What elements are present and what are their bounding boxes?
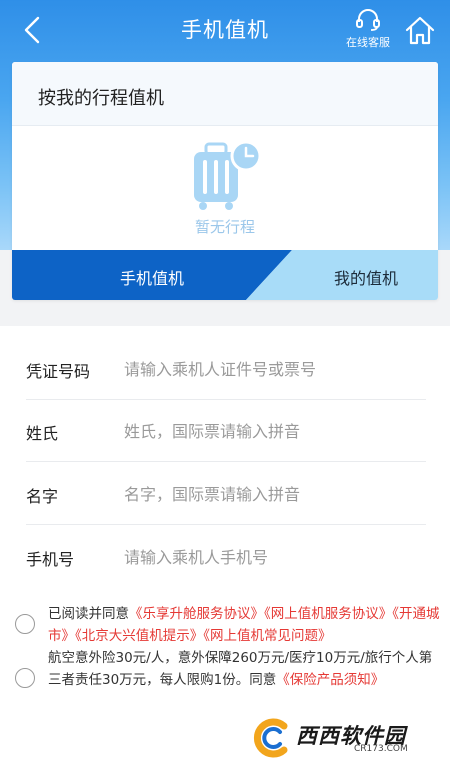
- form-row-given-name: 名字: [26, 463, 426, 525]
- online-service-button[interactable]: 在线客服: [338, 8, 398, 52]
- checkin-form: 凭证号码 姓氏 名字 手机号: [0, 326, 450, 588]
- online-service-label: 在线客服: [346, 36, 390, 49]
- given-name-input[interactable]: [124, 477, 424, 511]
- link-upgrade-agreement[interactable]: 《乐享升舱服务协议》: [129, 606, 264, 622]
- insurance-radio[interactable]: [15, 668, 35, 688]
- checkin-tabs: 手机值机 我的值机: [12, 250, 438, 300]
- tab-mobile-checkin[interactable]: 手机值机: [12, 250, 292, 300]
- tab-my-checkin-label: 我的值机: [334, 269, 399, 288]
- tab-mobile-checkin-label: 手机值机: [120, 269, 185, 288]
- itinerary-heading[interactable]: 按我的行程值机: [12, 62, 438, 126]
- itinerary-empty-state: 暂无行程: [12, 126, 438, 250]
- phone-input[interactable]: [124, 540, 424, 574]
- itinerary-card: 按我的行程值机 暂无行程 手机值机 我的值机: [12, 62, 438, 300]
- form-row-surname: 姓氏: [26, 400, 426, 462]
- agreement-prefix: 已阅读并同意: [48, 606, 129, 622]
- credential-label: 凭证号码: [26, 362, 91, 381]
- link-online-checkin-agreement[interactable]: 《网上值机服务协议》: [264, 606, 392, 622]
- form-row-credential: 凭证号码: [26, 338, 426, 400]
- app-header: 手机值机 在线客服: [0, 0, 450, 60]
- watermark: 西西软件园 CR173.COM: [250, 718, 440, 758]
- agreement-text: 已阅读并同意《乐享升舱服务协议》《网上值机服务协议》《开通城市》《北京大兴值机提…: [48, 603, 440, 647]
- link-checkin-faq[interactable]: 《网上值机常见问题》: [203, 628, 331, 644]
- surname-label: 姓氏: [26, 424, 59, 443]
- home-button[interactable]: [402, 12, 438, 48]
- phone-label: 手机号: [26, 550, 75, 569]
- surname-input[interactable]: [124, 414, 424, 448]
- headset-icon: [356, 9, 380, 31]
- given-name-label: 名字: [26, 487, 59, 506]
- watermark-sub-text: CR173.COM: [354, 744, 408, 754]
- empty-itinerary-text: 暂无行程: [194, 218, 255, 236]
- watermark-logo-icon: [253, 718, 288, 758]
- form-row-phone: 手机号: [26, 526, 426, 588]
- home-icon: [405, 16, 435, 45]
- insurance-text: 航空意外险30元/人，意外保障260万元/医疗10万元/旅行个人第三者责任30万…: [48, 647, 440, 691]
- agreement-radio[interactable]: [15, 614, 35, 634]
- link-daxing-tips[interactable]: 《北京大兴值机提示》: [75, 628, 203, 644]
- link-insurance-notice[interactable]: 《保险产品须知》: [276, 672, 384, 688]
- luggage-clock-icon: [194, 140, 262, 210]
- credential-input[interactable]: [124, 352, 424, 386]
